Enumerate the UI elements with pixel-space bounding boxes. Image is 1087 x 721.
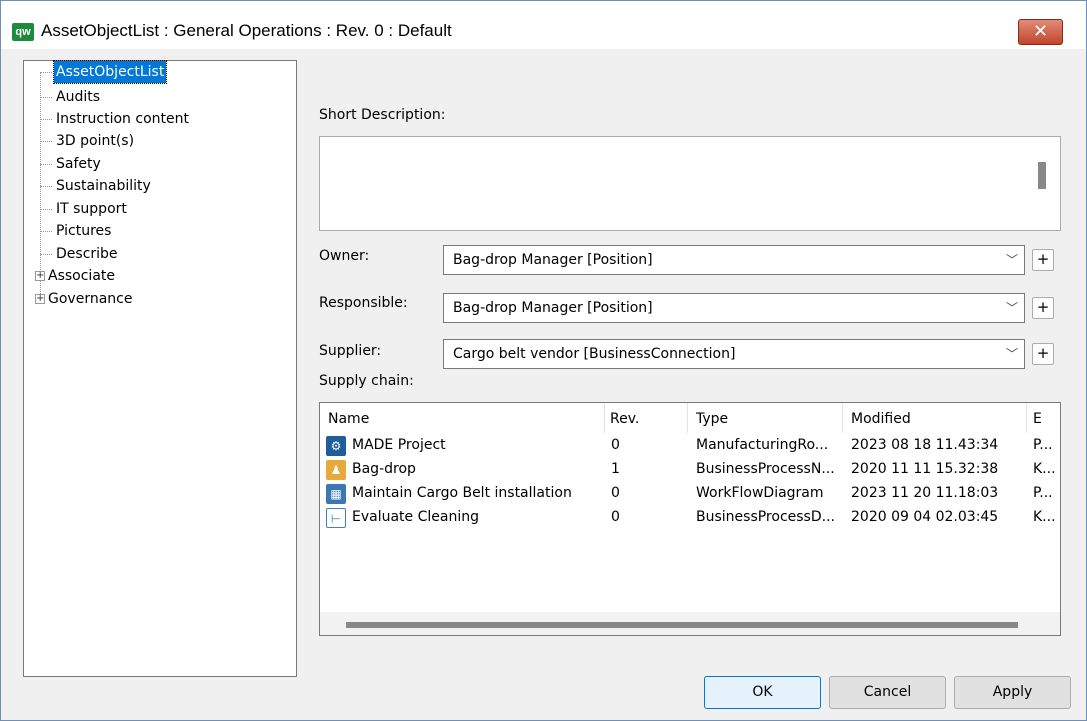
cell-rev: 0 [611,509,620,525]
tree-item-label: Governance [48,291,133,307]
tree-item-label: 3D point(s) [56,133,135,149]
business-process-network-icon: ♟ [326,460,346,480]
short-description-input[interactable] [319,136,1061,231]
table-row[interactable]: ▦ Maintain Cargo Belt installation 0 Wor… [320,483,1060,506]
responsible-value: Bag-drop Manager [Position] [453,300,653,316]
cell-rev: 1 [611,461,620,477]
cell-extra: K... [1033,509,1056,525]
cell-rev: 0 [611,485,620,501]
cell-modified: 2020 11 11 15.32:38 [851,461,999,477]
cell-modified: 2023 08 18 11.43:34 [851,437,999,453]
cell-type: ManufacturingRo... [696,437,829,453]
cell-extra: P... [1033,437,1053,453]
column-header-type[interactable]: Type [696,411,728,427]
chevron-down-icon[interactable]: ﹀ [1006,340,1018,368]
tree-item-label: Safety [56,156,101,172]
cell-name: Bag-drop [352,461,416,477]
chevron-down-icon[interactable]: ﹀ [1006,246,1018,274]
supplier-dropdown[interactable]: Cargo belt vendor [BusinessConnection] ﹀ [443,339,1025,369]
short-description-label: Short Description: [319,107,446,123]
cell-type: BusinessProcessN... [696,461,835,477]
app-logo-icon: qw [12,23,34,41]
owner-dropdown[interactable]: Bag-drop Manager [Position] ﹀ [443,245,1025,275]
table-row[interactable]: ⊢ Evaluate Cleaning 0 BusinessProcessD..… [320,507,1060,530]
horizontal-scrollbar-thumb[interactable] [346,622,1018,628]
expand-icon[interactable]: + [35,271,45,281]
tree-item-label: Instruction content [56,111,189,127]
window-title: AssetObjectList : General Operations : R… [41,21,452,40]
title-bar: qw AssetObjectList : General Operations … [1,1,1086,49]
cell-extra: K... [1033,461,1056,477]
cell-modified: 2023 11 20 11.18:03 [851,485,999,501]
column-header-extra[interactable]: E [1033,411,1042,427]
column-header-name[interactable]: Name [328,411,369,427]
manufacturing-icon: ⚙ [326,436,346,456]
responsible-label: Responsible: [319,295,408,311]
cell-type: WorkFlowDiagram [696,485,824,501]
column-header-modified[interactable]: Modified [851,411,911,427]
supply-chain-label: Supply chain: [319,373,414,389]
supply-chain-table: Name Rev. Type Modified E ⚙ MADE Project… [319,402,1061,636]
table-row[interactable]: ♟ Bag-drop 1 BusinessProcessN... 2020 11… [320,459,1060,482]
add-owner-button[interactable]: + [1032,249,1054,271]
close-button[interactable]: ✕ [1018,19,1063,45]
navigation-tree: AssetObjectList Audits Instruction conte… [23,60,297,677]
column-header-rev[interactable]: Rev. [610,411,639,427]
chevron-down-icon[interactable]: ﹀ [1006,294,1018,322]
cell-type: BusinessProcessD... [696,509,835,525]
tree-item-label: Pictures [56,223,112,239]
tree-item-label: AssetObjectList [52,60,168,84]
cell-name: Evaluate Cleaning [352,509,479,525]
tree-item-label: Audits [56,89,101,105]
owner-label: Owner: [319,248,370,264]
description-scrollbar-thumb[interactable] [1038,162,1046,189]
tree-item-label: Sustainability [56,178,151,194]
supplier-label: Supplier: [319,343,382,359]
dialog-window: qw AssetObjectList : General Operations … [0,0,1087,721]
tree-item-label: IT support [56,201,127,217]
cancel-button[interactable]: Cancel [829,676,946,709]
ok-button[interactable]: OK [704,676,821,709]
horizontal-scrollbar[interactable] [320,612,1060,635]
business-process-diagram-icon: ⊢ [326,508,346,528]
cell-rev: 0 [611,437,620,453]
apply-button[interactable]: Apply [954,676,1071,709]
tree-item-label: Associate [48,268,115,284]
expand-icon[interactable]: + [35,294,45,304]
cell-modified: 2020 09 04 02.03:45 [851,509,999,525]
responsible-dropdown[interactable]: Bag-drop Manager [Position] ﹀ [443,293,1025,323]
add-supplier-button[interactable]: + [1032,343,1054,365]
cell-name: MADE Project [352,437,446,453]
workflow-diagram-icon: ▦ [326,484,346,504]
add-responsible-button[interactable]: + [1032,297,1054,319]
cell-name: Maintain Cargo Belt installation [352,485,572,501]
table-row[interactable]: ⚙ MADE Project 0 ManufacturingRo... 2023… [320,435,1060,458]
tree-item-label: Describe [56,246,118,262]
cell-extra: P... [1033,485,1053,501]
supplier-value: Cargo belt vendor [BusinessConnection] [453,346,736,362]
owner-value: Bag-drop Manager [Position] [453,252,653,268]
